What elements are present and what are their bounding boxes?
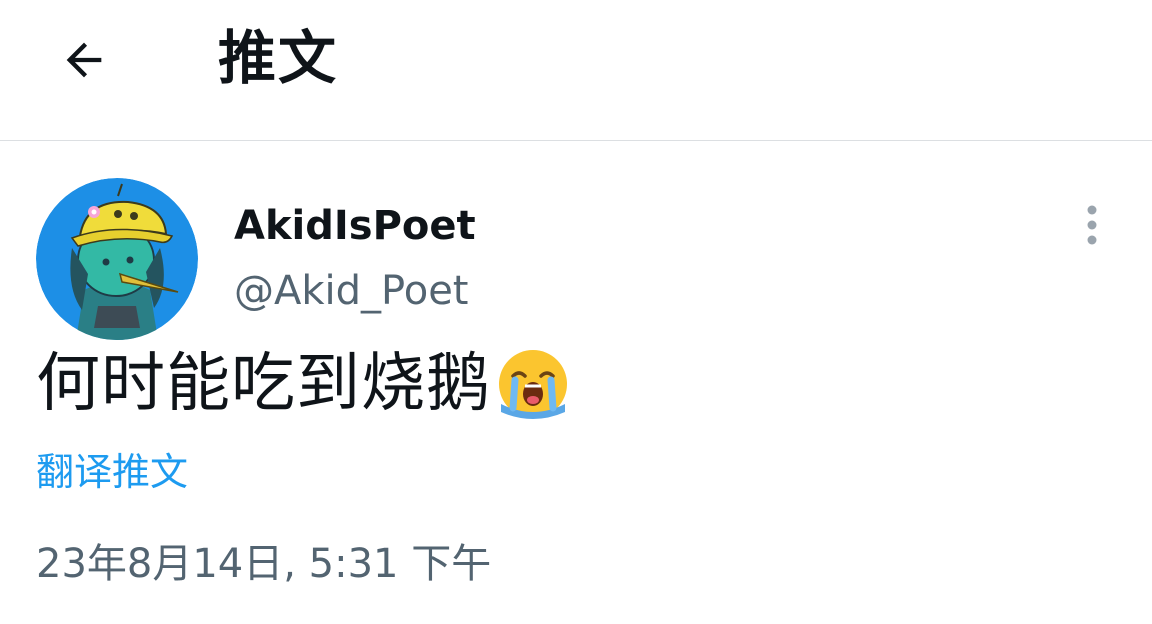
- tweet-text: 何时能吃到烧鹅: [36, 344, 571, 424]
- top-bar: 推文: [0, 0, 1152, 141]
- tweet-timestamp[interactable]: 23年8月14日, 5:31 下午: [36, 536, 491, 592]
- avatar[interactable]: [36, 178, 198, 340]
- more-vertical-icon: [1087, 205, 1097, 245]
- page-title: 推文: [218, 24, 339, 92]
- more-options-button[interactable]: [1072, 200, 1112, 250]
- translate-tweet-link[interactable]: 翻译推文: [36, 444, 188, 500]
- tweet-text-content: 何时能吃到烧鹅: [36, 347, 491, 421]
- arrow-left-icon: [66, 42, 102, 78]
- author-handle[interactable]: @Akid_Poet: [234, 264, 469, 318]
- loudly-crying-face-icon: [499, 350, 567, 419]
- back-button[interactable]: [48, 24, 120, 96]
- author-display-name[interactable]: AkidIsPoet: [234, 200, 476, 252]
